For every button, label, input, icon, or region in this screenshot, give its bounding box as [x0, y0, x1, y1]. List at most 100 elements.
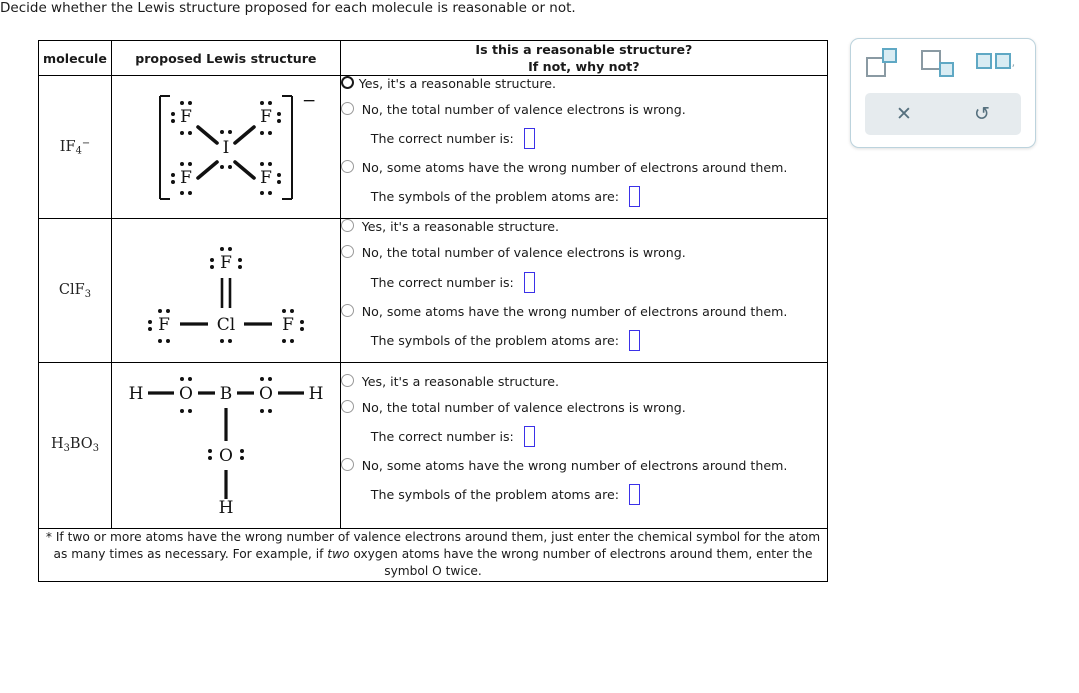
problem-atoms-input[interactable] [628, 186, 640, 208]
molecule-formula: ClF [58, 281, 85, 298]
subscript-base-square [920, 50, 941, 70]
field-correct-number: The correct number is: [370, 128, 827, 150]
lewis-diagram-h3bo3: H O B O H O H [129, 376, 324, 518]
option-row[interactable]: Yes, it's a reasonable structure. [340, 219, 827, 234]
header-structure: proposed Lewis structure [110, 40, 341, 76]
footnote-part2: oxygen atoms have the wrong number of el… [349, 546, 813, 579]
radio-wrong-atom-electrons[interactable] [340, 160, 354, 174]
superscript-raised-square [882, 48, 898, 63]
radio-yes-reasonable[interactable] [340, 219, 354, 233]
field-problem-atoms: The symbols of the problem atoms are: [370, 186, 827, 208]
svg-text:F: F [158, 315, 170, 335]
field-label: The symbols of the problem atoms are: [370, 487, 619, 503]
table-header-row: molecule proposed Lewis structure Is thi… [38, 40, 829, 76]
molecule-label-if4: IF4− [38, 74, 112, 220]
option-label: No, some atoms have the wrong number of … [361, 303, 788, 319]
svg-text:F: F [260, 168, 272, 188]
table-footnote-row: * If two or more atoms have the wrong nu… [38, 527, 828, 582]
option-row[interactable]: Yes, it's a reasonable structure. [340, 76, 827, 91]
radio-wrong-atom-electrons[interactable] [340, 303, 354, 317]
option-label: No, the total number of valence electron… [361, 245, 686, 261]
symbol-list-icon[interactable]: , [975, 48, 1020, 78]
svg-text:F: F [180, 168, 192, 188]
option-label: No, some atoms have the wrong number of … [361, 458, 788, 474]
svg-text:H: H [309, 384, 324, 404]
option-row[interactable]: No, some atoms have the wrong number of … [340, 458, 827, 474]
option-label: No, some atoms have the wrong number of … [361, 160, 788, 176]
footnote-italic: two [327, 546, 350, 561]
header-answer: Is this a reasonable structure? If not, … [339, 40, 829, 76]
molecule-formula-2: BO [69, 436, 93, 453]
page-title: Decide whether the Lewis structure propo… [0, 0, 576, 16]
radio-wrong-valence-total[interactable] [340, 102, 354, 116]
option-label: Yes, it's a reasonable structure. [358, 76, 557, 91]
option-row[interactable]: No, the total number of valence electron… [340, 102, 827, 118]
svg-text:F: F [260, 107, 272, 127]
molecule-formula: IF [59, 138, 76, 155]
subscript-icon[interactable] [920, 48, 965, 78]
superscript-icon[interactable] [866, 48, 910, 78]
molecule-formula: H [50, 436, 64, 453]
svg-text:F: F [180, 107, 192, 127]
svg-text:O: O [259, 384, 273, 404]
header-answer-line1: Is this a reasonable structure? [475, 42, 693, 57]
lewis-diagram-clf3: F F Cl F [147, 247, 304, 344]
option-row[interactable]: No, the total number of valence electron… [340, 400, 827, 416]
radio-wrong-valence-total[interactable] [340, 400, 354, 414]
option-label: No, the total number of valence electron… [361, 102, 686, 118]
subscript-lowered-square [938, 62, 954, 77]
option-row[interactable]: No, some atoms have the wrong number of … [340, 160, 827, 176]
problem-atoms-input[interactable] [628, 329, 640, 351]
toolbar-action-bar: ✕ ↺ [865, 93, 1021, 135]
svg-text:−: − [302, 91, 316, 111]
table-row: ClF3 F F Cl F Yes, it's a reasonable str… [38, 218, 829, 363]
header-answer-line2: If not, why not? [528, 59, 640, 74]
symbol-list-square-2 [994, 53, 1011, 69]
svg-text:F: F [220, 253, 232, 273]
table-row: IF4− − F F I F F Yes, it's a reasonable st… [38, 74, 829, 220]
molecule-subscript-2: 3 [92, 443, 99, 455]
radio-wrong-valence-total[interactable] [340, 245, 354, 259]
field-problem-atoms: The symbols of the problem atoms are: [370, 329, 827, 351]
symbol-list-square-1 [975, 53, 992, 69]
footnote: * If two or more atoms have the wrong nu… [38, 527, 828, 582]
answer-options-if4: Yes, it's a reasonable structure. No, th… [339, 74, 829, 220]
molecule-subscript: 3 [84, 288, 91, 300]
lewis-diagram-if4: − F F I F F [158, 91, 316, 200]
option-row[interactable]: No, the total number of valence electron… [340, 245, 827, 261]
field-label: The symbols of the problem atoms are: [370, 189, 619, 205]
field-label: The correct number is: [370, 429, 514, 445]
clear-button[interactable]: ✕ [865, 93, 943, 135]
problem-atoms-input[interactable] [628, 484, 640, 506]
svg-text:H: H [219, 498, 234, 518]
answer-options-h3bo3: Yes, it's a reasonable structure. No, th… [339, 361, 829, 529]
radio-yes-reasonable[interactable] [340, 76, 354, 89]
radio-yes-reasonable[interactable] [340, 373, 354, 387]
field-label: The correct number is: [370, 274, 514, 290]
svg-text:F: F [282, 315, 294, 335]
header-molecule: molecule [38, 40, 112, 76]
option-row[interactable]: Yes, it's a reasonable structure. [340, 373, 827, 389]
lewis-structure-h3bo3: H O B O H O H [110, 361, 341, 529]
field-label: The correct number is: [370, 131, 514, 147]
field-label: The symbols of the problem atoms are: [370, 332, 619, 348]
svg-text:I: I [222, 138, 229, 158]
molecule-charge: − [81, 137, 91, 149]
field-correct-number: The correct number is: [370, 271, 827, 293]
symbol-list-ellipsis: , [1011, 56, 1026, 69]
option-row[interactable]: No, some atoms have the wrong number of … [340, 303, 827, 319]
undo-button[interactable]: ↺ [943, 93, 1021, 135]
svg-text:B: B [220, 384, 233, 404]
toolbar-icon-row: , [851, 39, 1035, 87]
lewis-structure-if4: − F F I F F [110, 74, 341, 220]
radio-wrong-atom-electrons[interactable] [340, 458, 354, 472]
option-label: No, the total number of valence electron… [361, 400, 686, 416]
answer-toolbar: , ✕ ↺ [850, 38, 1036, 148]
svg-text:Cl: Cl [217, 315, 235, 335]
correct-number-input[interactable] [523, 426, 535, 448]
svg-text:O: O [219, 446, 233, 466]
correct-number-input[interactable] [523, 128, 535, 150]
correct-number-input[interactable] [523, 271, 535, 293]
field-problem-atoms: The symbols of the problem atoms are: [370, 484, 827, 506]
table-row: H3BO3 H O B O H O H Yes, it's a reasonab… [38, 361, 829, 529]
